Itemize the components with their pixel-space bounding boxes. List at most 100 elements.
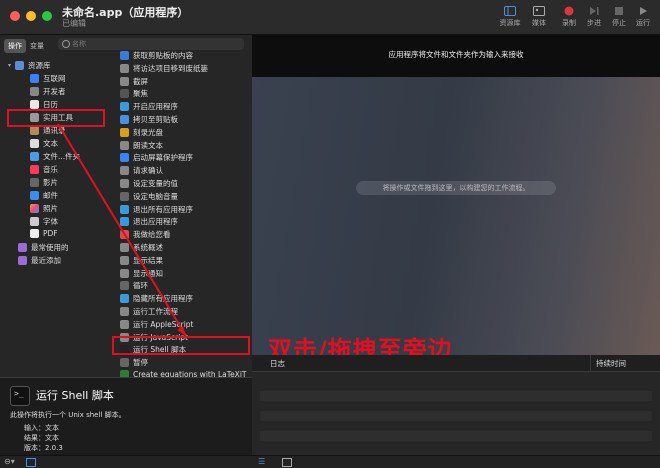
step-label: 步进 [587, 19, 601, 27]
action-icon [120, 204, 129, 214]
list-view-icon[interactable]: ☰ [258, 457, 265, 466]
action-icon [120, 307, 129, 316]
action-label: 将访达项目移到废纸篓 [133, 63, 208, 73]
action-item[interactable]: 设定电脑音量 [120, 191, 178, 202]
action-item[interactable]: 系统概述 [120, 242, 163, 253]
action-label: 设定变量的值 [133, 179, 178, 188]
category-files-folders[interactable]: 文件...件夹 [30, 151, 80, 162]
category-internet[interactable]: 互联网 [30, 73, 66, 84]
smart-folder-recently-added[interactable]: 最近添加 [18, 255, 61, 266]
action-item[interactable]: 聚焦 [120, 88, 148, 99]
action-item[interactable]: 将访达项目移到废纸篓 [120, 63, 208, 74]
smart-folder-icon [18, 256, 27, 265]
action-label: 获取剪贴板的内容 [133, 51, 193, 60]
action-item[interactable]: 运行 AppleScript [120, 319, 194, 330]
category-label: 文件...件夹 [43, 152, 81, 161]
action-icon [120, 115, 129, 124]
category-photos[interactable]: 照片 [30, 203, 58, 214]
action-icon [120, 102, 129, 112]
run-toolbar-button[interactable]: 运行 [625, 6, 660, 28]
action-label: 截屏 [133, 76, 148, 86]
stop-label: 停止 [612, 19, 626, 27]
action-item[interactable]: 刻录光盘 [120, 127, 163, 138]
action-item[interactable]: 显示结果 [120, 255, 163, 266]
result-label: 结果： [24, 434, 45, 442]
close-button[interactable] [10, 11, 20, 21]
action-icon [120, 140, 129, 150]
split-view-icon[interactable] [282, 458, 292, 467]
action-icon [120, 166, 129, 176]
action-label: 退出所有应用程序 [133, 204, 193, 214]
action-item[interactable]: 退出应用程序 [120, 216, 178, 227]
category-music[interactable]: 音乐 [30, 164, 58, 175]
title-bar: 未命名.app（应用程序） 已编辑 资源库 媒体 录制 步进 停止 运行 [0, 0, 660, 35]
action-item[interactable]: 启动屏幕保护程序 [120, 152, 193, 163]
category-movies[interactable]: 影片 [30, 177, 58, 188]
log-row [260, 411, 652, 421]
globe-icon [30, 74, 39, 83]
log-column[interactable]: 日志 [270, 358, 285, 369]
variables-tab[interactable]: 变量 [26, 39, 48, 53]
action-item[interactable]: 暂停 [120, 357, 148, 368]
description-title: 运行 Shell 脚本 [36, 389, 114, 402]
options-icon[interactable]: ⊖▾ [4, 457, 15, 466]
version-label: 版本： [24, 444, 45, 452]
run-label: 运行 [636, 19, 650, 27]
category-pdf[interactable]: PDF [30, 229, 58, 238]
input-label: 输入： [24, 424, 45, 432]
action-item[interactable]: 开启应用程序 [120, 101, 178, 112]
play-icon [640, 7, 647, 15]
action-item[interactable]: 朗读文本 [120, 140, 163, 151]
workflow-area[interactable]: 应用程序将文件和文件夹作为输入来接收 将操作或文件拖到这里，以构建您的工作流程。 [252, 35, 660, 355]
document-icon [30, 139, 39, 148]
finder-icon [30, 152, 39, 161]
category-label: 最常使用的 [31, 243, 69, 252]
category-text[interactable]: 文本 [30, 138, 58, 149]
music-icon [30, 165, 39, 174]
record-icon [564, 6, 574, 16]
sidebar-toggle-icon[interactable] [26, 458, 36, 467]
action-item[interactable]: 获取剪贴板的内容 [120, 50, 193, 61]
action-icon [120, 51, 129, 60]
minimize-button[interactable] [26, 11, 36, 21]
action-item[interactable]: 循环 [120, 280, 148, 291]
action-item[interactable]: 显示通知 [120, 268, 163, 279]
category-label: 照片 [43, 204, 58, 213]
smart-folder-most-used[interactable]: 最常使用的 [18, 242, 69, 253]
duration-column[interactable]: 持续时间 [596, 358, 626, 369]
action-label: 启动屏幕保护程序 [133, 153, 193, 163]
action-item[interactable]: 截屏 [120, 76, 148, 87]
result-value: 文本 [45, 434, 59, 442]
actions-tab[interactable]: 操作 [4, 39, 26, 53]
media-icon [533, 6, 545, 16]
search-icon [62, 40, 70, 48]
action-item[interactable]: 设定变量的值 [120, 178, 178, 189]
action-item[interactable]: 请求确认 [120, 165, 163, 176]
category-label: 文本 [43, 139, 58, 148]
action-item[interactable]: 隐藏所有应用程序 [120, 293, 193, 304]
action-label: 暂停 [133, 358, 148, 368]
category-fonts[interactable]: 字体 [30, 216, 58, 227]
action-item[interactable]: 运行工作流程 [120, 306, 178, 317]
search-input[interactable]: 名称 [58, 38, 244, 50]
disclosure-down-icon: ▾ [8, 62, 12, 69]
action-item[interactable]: 退出所有应用程序 [120, 204, 193, 215]
sidebar-icon [504, 6, 516, 16]
category-mail[interactable]: 邮件 [30, 190, 58, 201]
action-item[interactable]: 拷贝至剪贴板 [120, 114, 178, 125]
library-root[interactable]: ▾ 资源库 [8, 60, 51, 71]
category-developer[interactable]: 开发者 [30, 86, 66, 97]
category-label: 音乐 [43, 165, 58, 174]
stop-icon [615, 7, 623, 15]
action-icon [120, 319, 129, 329]
status-bar: ⊖▾ ☰ [0, 455, 660, 468]
zoom-button[interactable] [42, 11, 52, 21]
calendar-icon [30, 100, 39, 109]
action-item[interactable]: 我做给您看 [120, 229, 171, 240]
version-value: 2.0.3 [45, 444, 63, 452]
category-label: 开发者 [43, 87, 66, 96]
category-label: 互联网 [43, 74, 66, 83]
library-segmented-control: 操作 变量 [4, 39, 48, 53]
log-header: 日志 持续时间 [252, 355, 660, 372]
font-icon [30, 217, 39, 226]
